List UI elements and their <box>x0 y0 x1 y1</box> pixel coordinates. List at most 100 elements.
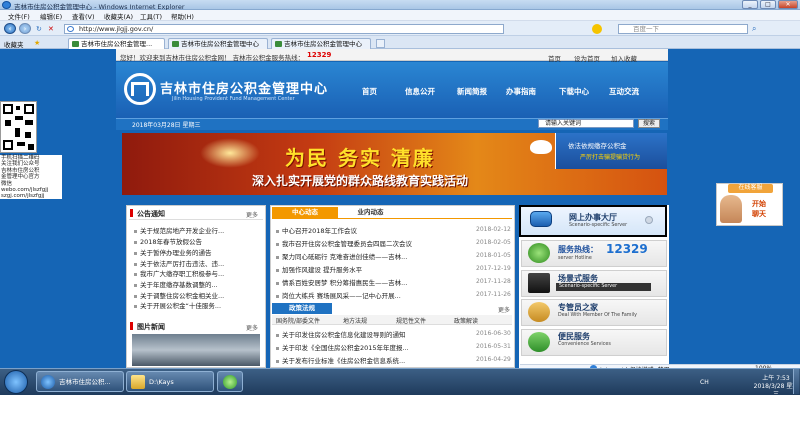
notice-item[interactable]: 关于开展公积金“十佳服务... <box>134 300 262 310</box>
page-icon <box>67 26 74 32</box>
news-item[interactable]: 岗位大练兵 赛场展风采——记中心开展... <box>276 290 466 300</box>
policy-item[interactable]: 关于发布行业标准《住房公积金信息系统... <box>276 355 466 365</box>
news-date: 2017-11-26 <box>476 291 511 298</box>
nav-home[interactable]: 首页 <box>362 86 377 97</box>
policy-date: 2016-04-29 <box>476 356 511 363</box>
notice-item[interactable]: 关于年度缴存基数调整的... <box>134 279 262 289</box>
logo-title[interactable]: 吉林市住房公积金管理中心 <box>160 78 328 97</box>
hotline-subtitle: server Hotline <box>558 256 592 261</box>
qr-code <box>0 101 37 153</box>
news-item[interactable]: 中心召开2018年工作会议 <box>276 225 466 235</box>
start-chat-button[interactable]: 开始 聊天 <box>752 199 766 219</box>
nav-info[interactable]: 信息公开 <box>405 86 435 97</box>
taskbar-ie-window[interactable]: 吉林市住房公积... <box>36 371 124 392</box>
notice-item[interactable]: 关于调整住房公积金相关业... <box>134 290 262 300</box>
policy-tab-local[interactable]: 地方法规 <box>343 316 367 325</box>
notice-item[interactable]: 2018年春节放假公告 <box>134 236 262 246</box>
start-chat-line-2: 聊天 <box>752 210 766 218</box>
show-desktop-button[interactable] <box>793 369 799 394</box>
language-indicator[interactable]: CH <box>700 379 709 386</box>
news-item[interactable]: 情系百姓安居梦 积分筹措惠民生——吉林... <box>276 277 466 287</box>
policy-item[interactable]: 关于印发住房公积金信息化建设导则的通知 <box>276 329 466 339</box>
news-tab-underline <box>272 218 512 219</box>
banner-right-text-1: 依法依规缴存公积金 <box>568 142 627 150</box>
policy-tab-interpretation[interactable]: 政策解读 <box>454 316 478 325</box>
tab-1[interactable]: 吉林市住房公积金管理... <box>68 38 165 49</box>
refresh-icon[interactable]: ↻ <box>36 25 42 33</box>
tab-industry-news[interactable]: 业内动态 <box>343 207 398 218</box>
news-date: 2017-11-28 <box>476 278 511 285</box>
notice-item[interactable]: 关于规范房地产开发企业行... <box>134 225 262 235</box>
news-item[interactable]: 聚力同心砥砺行 克难奋进创佳绩——吉林... <box>276 251 466 261</box>
menu-favorites[interactable]: 收藏夹(A) <box>104 11 133 21</box>
favorites-button[interactable]: 收藏夹 <box>4 39 24 49</box>
site-search-input[interactable]: 请输入关键词 <box>538 119 634 128</box>
policy-date: 2016-06-30 <box>476 330 511 337</box>
policy-item[interactable]: 关于印发《全国住房公积金2015年年度报... <box>276 342 466 352</box>
notice-marker <box>130 209 133 217</box>
search-input[interactable]: 百度一下 <box>618 24 748 34</box>
monitor-icon <box>530 211 552 227</box>
menu-edit[interactable]: 编辑(E) <box>40 11 62 21</box>
current-date: 2018年03月28日 星期三 <box>132 122 201 129</box>
photo-news-more-link[interactable]: 更多 <box>246 323 258 332</box>
tab-2[interactable]: 吉林市住房公积金管理中心 <box>168 38 268 49</box>
notice-item[interactable]: 关于暂停办理业务的通告 <box>134 247 262 257</box>
policy-date: 2016-05-31 <box>476 343 511 350</box>
url-input[interactable]: http://www.jlgjj.gov.cn/ <box>64 24 504 34</box>
nav-news[interactable]: 新闻简报 <box>457 86 487 97</box>
stop-icon[interactable]: ✕ <box>48 25 54 33</box>
back-button[interactable]: ‹ <box>4 23 16 34</box>
taskbar-folder-label: D:\Kays <box>149 378 174 386</box>
site-search-button[interactable]: 搜索 <box>638 119 660 128</box>
maximize-button[interactable]: □ <box>760 0 776 9</box>
policy-more-link[interactable]: 更多 <box>498 305 510 314</box>
minimize-button[interactable]: _ <box>742 0 758 9</box>
menu-tools[interactable]: 工具(T) <box>140 11 162 21</box>
compatibility-icon[interactable] <box>592 24 602 34</box>
tab-2-label: 吉林市住房公积金管理中心 <box>181 40 259 48</box>
phone-icon <box>528 243 550 263</box>
tab-center-news[interactable]: 中心动态 <box>272 207 338 218</box>
news-item[interactable]: 我市召开住房公积金管理委员会四届二次会议 <box>276 238 466 248</box>
nav-interact[interactable]: 互动交流 <box>609 86 639 97</box>
notice-more-link[interactable]: 更多 <box>246 210 258 219</box>
close-button[interactable]: ✕ <box>778 0 798 9</box>
search-icon[interactable]: ⌕ <box>752 24 756 34</box>
notice-divider <box>129 219 263 220</box>
notice-item[interactable]: 关于依法严厉打击违法、违... <box>134 258 262 268</box>
news-item[interactable]: 加强作风建设 提升服务水平 <box>276 264 466 274</box>
notice-item[interactable]: 我市广大缴存职工积极参与... <box>134 268 262 278</box>
forward-button[interactable]: › <box>19 23 31 34</box>
photo-news-marker <box>130 322 133 330</box>
logo-subtitle: Jilin Housing Provident Fund Management … <box>172 96 295 102</box>
online-hall-title: 网上办事大厅 <box>569 213 617 222</box>
manager-home-title: 专管员之家 <box>558 303 598 312</box>
dove-icon <box>530 140 552 154</box>
menu-view[interactable]: 查看(V) <box>72 11 95 21</box>
menu-help[interactable]: 帮助(H) <box>171 11 194 21</box>
handshake-icon <box>528 332 550 352</box>
ie-logo-icon <box>2 1 11 9</box>
news-date: 2018-01-05 <box>476 252 511 259</box>
new-tab-button[interactable] <box>376 39 385 48</box>
start-button[interactable] <box>4 370 28 394</box>
tab-3[interactable]: 吉林市住房公积金管理中心 <box>271 38 371 49</box>
menu-file[interactable]: 文件(F) <box>8 11 30 21</box>
policy-tab-normative[interactable]: 规范性文件 <box>396 316 426 325</box>
taskbar-folder-window[interactable]: D:\Kays <box>126 371 214 392</box>
policy-tab-ministry[interactable]: 国务院/部委文件 <box>276 316 320 325</box>
logo-house-icon <box>131 82 149 96</box>
photo-news-image[interactable] <box>132 334 260 366</box>
nav-guide[interactable]: 办事指南 <box>506 86 536 97</box>
favorites-star-icon[interactable]: ★ <box>34 39 40 47</box>
taskbar-app-button[interactable]: 计 <box>217 371 243 392</box>
start-chat-line-1: 开始 <box>752 200 766 208</box>
welcome-text: 您好！欢迎来到吉林市住房公积金网！ 吉林市公积金服务热线： <box>120 54 305 62</box>
banner-title: 为民 务实 清廉 <box>285 146 435 170</box>
news-date: 2018-02-05 <box>476 239 511 246</box>
banner-subtitle: 深入扎实开展党的群众路线教育实践活动 <box>252 174 469 188</box>
nav-download[interactable]: 下载中心 <box>559 86 589 97</box>
tab-3-label: 吉林市住房公积金管理中心 <box>284 40 362 48</box>
policy-title[interactable]: 政策法规 <box>272 303 332 314</box>
